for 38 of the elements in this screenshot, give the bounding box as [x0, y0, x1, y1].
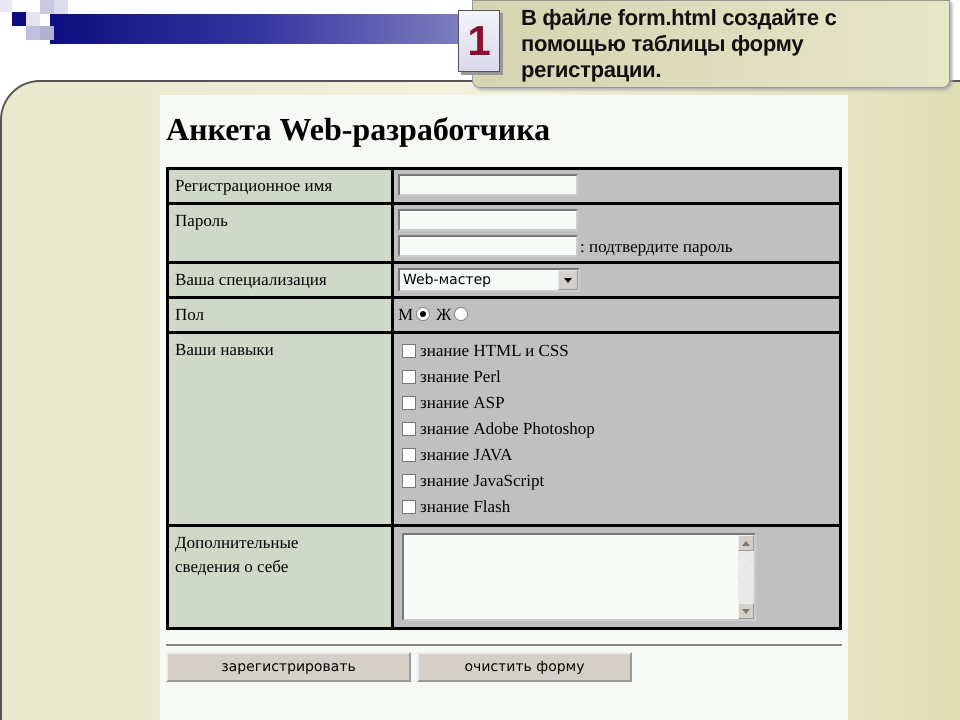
scroll-up-icon: [742, 540, 750, 546]
field-label-cell: Пол: [168, 298, 392, 332]
checkbox[interactable]: [402, 370, 416, 384]
step-number: 1: [458, 10, 500, 72]
checkbox-label: знание JavaScript: [420, 471, 544, 491]
name-input[interactable]: [398, 174, 578, 196]
checkbox[interactable]: [402, 448, 416, 462]
dropdown-arrow-icon: [564, 278, 572, 282]
radio-label: М: [398, 305, 414, 324]
field-label-cell: Регистрационное имя: [168, 168, 392, 204]
password-input[interactable]: [398, 209, 578, 231]
radio-button[interactable]: [454, 307, 468, 321]
register-button[interactable]: зарегистрировать: [166, 652, 411, 682]
instruction-text: В файле form.html создайте с помощью таблицы форму регистрации.: [521, 5, 838, 83]
checkbox[interactable]: [402, 500, 416, 514]
password-confirm-input[interactable]: [398, 235, 578, 257]
checkbox-label: знание JAVA: [420, 445, 512, 465]
checkbox[interactable]: [402, 396, 416, 410]
field-label-cell: Ваши навыки: [168, 332, 392, 526]
field-label-cell: Пароль: [168, 204, 392, 262]
scroll-down-icon: [742, 608, 750, 614]
checkbox-label: знание HTML и CSS: [420, 341, 569, 361]
form-title: Анкета Web-разработчика: [166, 110, 552, 149]
confirm-password-label: : подтвердите пароль: [580, 237, 733, 257]
checkbox[interactable]: [402, 474, 416, 488]
checkbox-label: знание Perl: [420, 367, 501, 387]
checkbox[interactable]: [402, 422, 416, 436]
radio-label: Ж: [436, 305, 452, 324]
radio-button[interactable]: [416, 307, 430, 321]
checkbox-label: знание Flash: [420, 497, 510, 517]
field-label-cell: Дополнительные сведения о себе: [168, 526, 392, 628]
checkbox[interactable]: [402, 344, 416, 358]
clear-form-button[interactable]: очистить форму: [417, 652, 632, 682]
about-textarea[interactable]: [402, 533, 756, 621]
specialization-select[interactable]: Web-мастер: [398, 268, 580, 292]
checkbox-label: знание ASP: [420, 393, 505, 413]
checkbox-label: знание Adobe Photoshop: [420, 419, 595, 439]
field-label-cell: Ваша специализация: [168, 262, 392, 298]
